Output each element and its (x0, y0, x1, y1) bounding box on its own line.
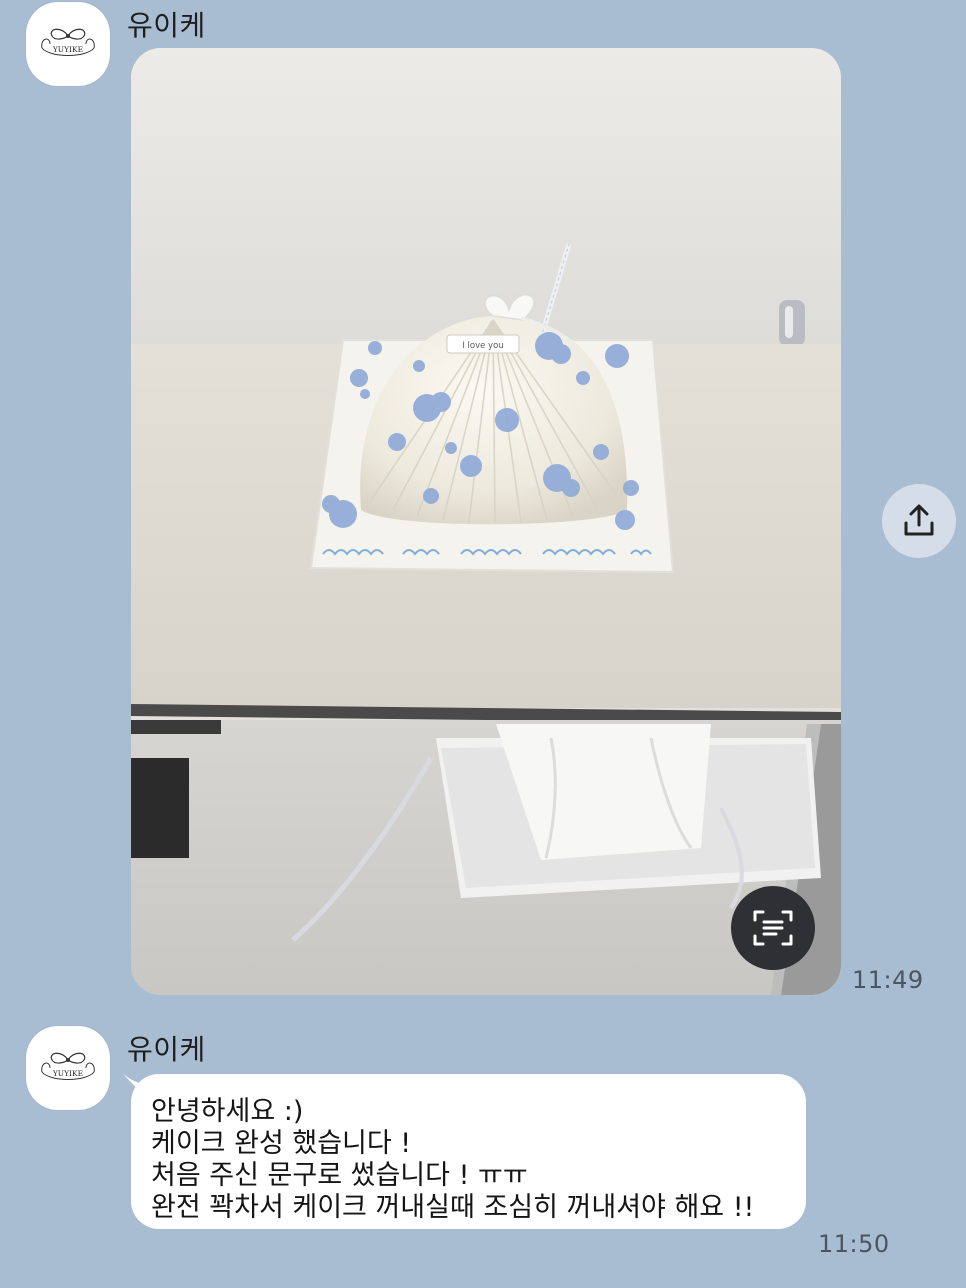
message-line: 케이크 완성 했습니다 ! (151, 1128, 412, 1159)
sender-avatar[interactable]: YUYIKE (26, 1026, 110, 1110)
avatar-logo-text: YUYIKE (52, 45, 83, 54)
text-scan-icon (753, 910, 793, 946)
sender-avatar[interactable]: YUYIKE (26, 2, 110, 86)
avatar-logo-text: YUYIKE (52, 1069, 83, 1078)
text-scan-button[interactable] (731, 886, 815, 970)
sender-name: 유이케 (127, 1033, 206, 1066)
share-icon (904, 504, 934, 536)
message-time: 11:49 (852, 966, 924, 994)
photo-message[interactable]: I love you (131, 48, 841, 995)
text-message-bubble[interactable]: 안녕하세요 :) 케이크 완성 했습니다 ! 처음 주신 문구로 썼습니다 ! … (131, 1074, 806, 1229)
share-button[interactable] (882, 484, 956, 558)
message-line: 안녕하세요 :) (151, 1096, 304, 1127)
yuyike-logo: YUYIKE (41, 28, 95, 56)
message-line: 완전 꽉차서 케이크 꺼내실때 조심히 꺼내셔야 해요 !! (151, 1192, 755, 1223)
cake-topper-text: I love you (462, 341, 503, 351)
message-time: 11:50 (818, 1230, 890, 1258)
yuyike-logo: YUYIKE (41, 1052, 95, 1080)
cake-photo: I love you (131, 48, 841, 995)
sender-name: 유이케 (127, 9, 206, 42)
message-line: 처음 주신 문구로 썼습니다 ! ㅠㅠ (151, 1160, 528, 1191)
